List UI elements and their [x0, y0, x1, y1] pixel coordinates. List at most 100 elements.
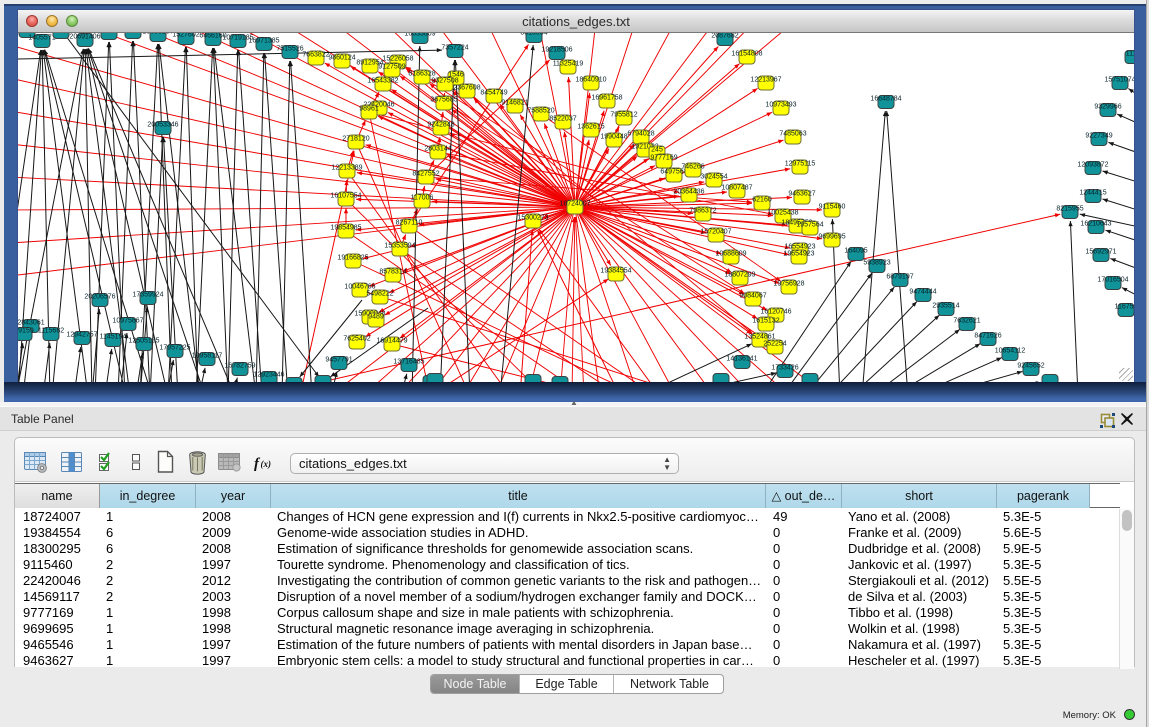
svg-text:8267110: 8267110: [396, 220, 423, 227]
svg-text:9463627: 9463627: [788, 191, 815, 198]
svg-text:2087682: 2087682: [711, 33, 738, 40]
svg-text:8454749: 8454749: [480, 90, 507, 97]
svg-text:10807487: 10807487: [721, 185, 752, 192]
svg-text:16554923: 16554923: [784, 244, 815, 251]
svg-text:1733426: 1733426: [771, 365, 798, 372]
svg-text:1244415: 1244415: [1079, 190, 1106, 197]
svg-text:18724007: 18724007: [559, 201, 590, 208]
svg-text:7632621: 7632621: [953, 318, 980, 325]
svg-text:245: 245: [651, 147, 663, 154]
svg-text:17016504: 17016504: [1097, 277, 1128, 284]
svg-text:16543382: 16543382: [367, 78, 398, 85]
svg-text:16120746: 16120746: [760, 309, 791, 316]
svg-text:5498222: 5498222: [366, 291, 393, 298]
svg-text:8578314: 8578314: [379, 269, 406, 276]
svg-text:15720407: 15720407: [700, 229, 731, 236]
svg-text:9127509: 9127509: [378, 64, 405, 71]
svg-text:19166825: 19166825: [337, 255, 368, 262]
svg-text:2935514: 2935514: [932, 303, 959, 310]
svg-text:8186328: 8186328: [408, 71, 435, 78]
svg-text:10688609: 10688609: [715, 251, 746, 258]
svg-text:1362615: 1362615: [577, 124, 604, 131]
svg-text:12213389: 12213389: [331, 165, 362, 172]
svg-text:10654112: 10654112: [995, 348, 1026, 355]
svg-text:98961: 98961: [359, 106, 379, 113]
svg-text:1405571: 1405571: [28, 35, 55, 42]
svg-text:7663822: 7663822: [302, 52, 329, 59]
svg-text:1615132: 1615132: [752, 318, 779, 325]
svg-text:15692971: 15692971: [1085, 249, 1116, 256]
svg-text:9245652: 9245652: [1017, 363, 1044, 370]
svg-text:9327508: 9327508: [431, 78, 458, 85]
svg-text:13524861: 13524861: [744, 334, 775, 341]
svg-text:20206576: 20206576: [84, 294, 115, 301]
svg-text:19218506: 19218506: [541, 47, 572, 54]
svg-text:8522037: 8522037: [549, 116, 576, 123]
svg-text:16154808: 16154808: [731, 51, 762, 58]
svg-text:16971385: 16971385: [248, 38, 279, 45]
svg-text:9084067: 9084067: [739, 293, 766, 300]
svg-text:15226058: 15226058: [382, 56, 413, 63]
svg-text:1990448: 1990448: [600, 134, 627, 141]
svg-text:19654923: 19654923: [783, 251, 814, 258]
svg-text:15751074: 15751074: [1104, 77, 1134, 84]
svg-text:16107554: 16107554: [330, 193, 361, 200]
svg-text:9115460: 9115460: [819, 204, 846, 211]
svg-text:9329966: 9329966: [1094, 104, 1121, 111]
svg-text:9777169: 9777169: [650, 155, 677, 162]
svg-text:9457791: 9457791: [325, 357, 352, 364]
svg-text:16782759: 16782759: [224, 363, 255, 370]
svg-text:7986372: 7986372: [689, 208, 716, 215]
svg-text:1957564: 1957564: [796, 222, 823, 229]
svg-text:17359924: 17359924: [132, 292, 163, 299]
svg-text:10046766: 10046766: [344, 284, 375, 291]
svg-text:20364436: 20364436: [673, 189, 704, 196]
svg-text:20691406: 20691406: [69, 34, 100, 41]
svg-text:18640910: 18640910: [575, 77, 606, 84]
svg-text:2843061: 2843061: [18, 320, 45, 327]
svg-text:10653267: 10653267: [142, 33, 173, 36]
svg-text:19854985: 19854985: [330, 225, 361, 232]
svg-text:7357224: 7357224: [441, 45, 468, 52]
svg-text:19756928: 19756928: [773, 281, 804, 288]
svg-text:12213967: 12213967: [750, 77, 781, 84]
svg-text:39159: 39159: [18, 328, 34, 335]
svg-text:1112: 1112: [1126, 51, 1134, 58]
svg-text:164095: 164095: [844, 248, 867, 255]
svg-text:7515526: 7515526: [276, 46, 303, 53]
svg-text:6879197: 6879197: [886, 274, 913, 281]
svg-text:3024554: 3024554: [700, 174, 727, 181]
svg-text:10975867: 10975867: [112, 318, 143, 325]
svg-text:11325419: 11325419: [553, 61, 584, 68]
svg-text:8427552: 8427552: [412, 171, 439, 178]
svg-text:7625402: 7625402: [343, 336, 370, 343]
svg-text:19384554: 19384554: [600, 268, 631, 275]
svg-text:5938923: 5938923: [863, 260, 890, 267]
svg-text:9489: 9489: [368, 314, 384, 321]
svg-text:10025438: 10025438: [767, 210, 798, 217]
svg-text:7588520: 7588520: [527, 108, 554, 115]
svg-text:9474444: 9474444: [909, 289, 936, 296]
svg-text:16961758: 16961758: [591, 95, 622, 102]
svg-text:16033809: 16033809: [404, 33, 435, 38]
svg-text:15353594: 15353594: [384, 243, 415, 250]
svg-text:2718120: 2718120: [342, 136, 369, 143]
svg-text:16210643: 16210643: [1080, 221, 1111, 228]
svg-text:9860124: 9860124: [328, 55, 355, 62]
svg-text:16648784: 16648784: [870, 96, 901, 103]
svg-text:12505135: 12505135: [128, 338, 159, 345]
svg-text:2367608: 2367608: [453, 85, 480, 92]
svg-text:12093872: 12093872: [1077, 162, 1108, 169]
svg-text:1115682: 1115682: [38, 328, 64, 335]
svg-text:116753: 116753: [1115, 304, 1134, 311]
svg-text:15300273: 15300273: [517, 215, 548, 222]
svg-text:16914479: 16914479: [376, 338, 407, 345]
svg-text:20053346: 20053346: [147, 122, 178, 129]
svg-text:3675685: 3675685: [430, 97, 457, 104]
svg-text:14136141: 14136141: [726, 356, 757, 363]
svg-text:8215955: 8215955: [1056, 206, 1083, 213]
svg-text:10973493: 10973493: [765, 102, 796, 109]
svg-text:252254: 252254: [763, 341, 786, 348]
svg-text:18807299: 18807299: [724, 272, 755, 279]
svg-text:10958117: 10958117: [192, 353, 223, 360]
